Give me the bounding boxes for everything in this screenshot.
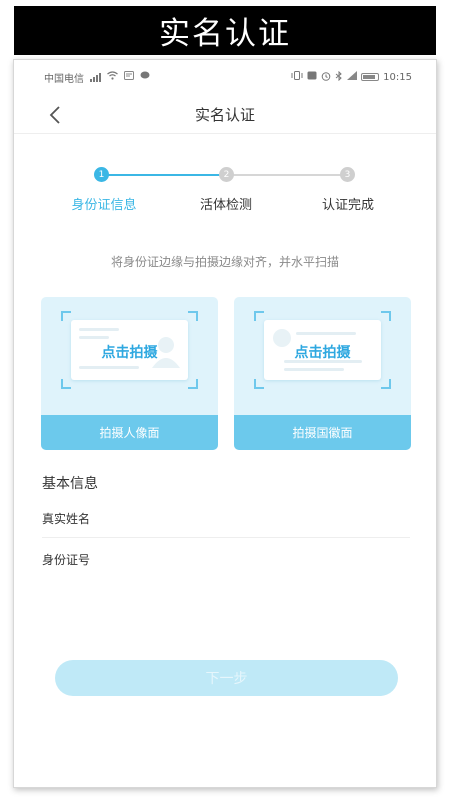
clock-time: 10:15 [383, 71, 412, 83]
frame-corner [254, 379, 264, 389]
shoot-emblem-side-button[interactable]: 拍摄国徽面 [234, 415, 411, 450]
step-3-number: 3 [344, 169, 351, 180]
frame-corner [188, 311, 198, 321]
id-number-label: 身份证号 [42, 552, 91, 567]
step-2-indicator: 2 [219, 167, 234, 182]
step-1-indicator: 1 [94, 167, 109, 182]
capture-frame: 点击拍摄 [61, 311, 198, 389]
message-icon [140, 71, 150, 83]
vibrate-icon [291, 71, 303, 83]
carrier-label: 中国电信 [44, 73, 84, 85]
wifi-icon [107, 71, 118, 83]
frame-corner [61, 311, 71, 321]
real-name-label: 真实姓名 [42, 512, 91, 526]
banner-title: 实名认证 [14, 6, 436, 55]
notification-icon [124, 71, 134, 83]
frame-corner [381, 379, 391, 389]
frame-corner [254, 311, 264, 321]
progress-stepper: 1 2 3 身份证信息 活体检测 认证完成 [14, 164, 436, 214]
alarm-icon [321, 71, 331, 84]
step-3-label: 认证完成 [321, 198, 374, 213]
page-title: 实名认证 [194, 106, 255, 124]
navigation-bar: 实名认证 [14, 94, 436, 134]
id-number-field[interactable]: 身份证号 [42, 540, 410, 578]
step-connector-1 [102, 174, 226, 176]
signal-strength-icon [347, 71, 358, 83]
shoot-back-label: 点击拍摄 [294, 345, 351, 361]
id-back-capture-card[interactable]: 点击拍摄 拍摄国徽面 [234, 297, 411, 450]
step-2-number: 2 [223, 169, 230, 180]
basic-info-heading: 基本信息 [42, 476, 98, 492]
id-front-capture-card[interactable]: 点击拍摄 拍摄人像面 [41, 297, 218, 450]
real-name-field[interactable]: 真实姓名 [42, 500, 410, 538]
step-connector-2 [226, 174, 348, 176]
frame-corner [61, 379, 71, 389]
battery-icon [361, 73, 380, 81]
step-2-label: 活体检测 [199, 198, 252, 213]
bluetooth-icon [335, 70, 343, 84]
shoot-front-label: 点击拍摄 [101, 345, 158, 361]
next-step-button[interactable]: 下一步 [55, 660, 398, 696]
frame-corner [188, 379, 198, 389]
frame-corner [381, 311, 391, 321]
scan-instruction: 将身份证边缘与拍摄边缘对齐，并水平扫描 [110, 255, 339, 269]
status-bar: 中国电信 10:15 [14, 68, 436, 86]
shoot-portrait-side-button[interactable]: 拍摄人像面 [41, 415, 218, 450]
signal-icon [90, 72, 101, 82]
step-1-number: 1 [98, 169, 105, 180]
nfc-icon [307, 71, 317, 83]
step-1-label: 身份证信息 [71, 198, 137, 213]
phone-screen: 中国电信 10:15 实名认证 1 2 3 身份证信息 活体检测 认证完成 将身… [13, 59, 437, 788]
step-3-indicator: 3 [340, 167, 355, 182]
capture-frame: 点击拍摄 [254, 311, 391, 389]
